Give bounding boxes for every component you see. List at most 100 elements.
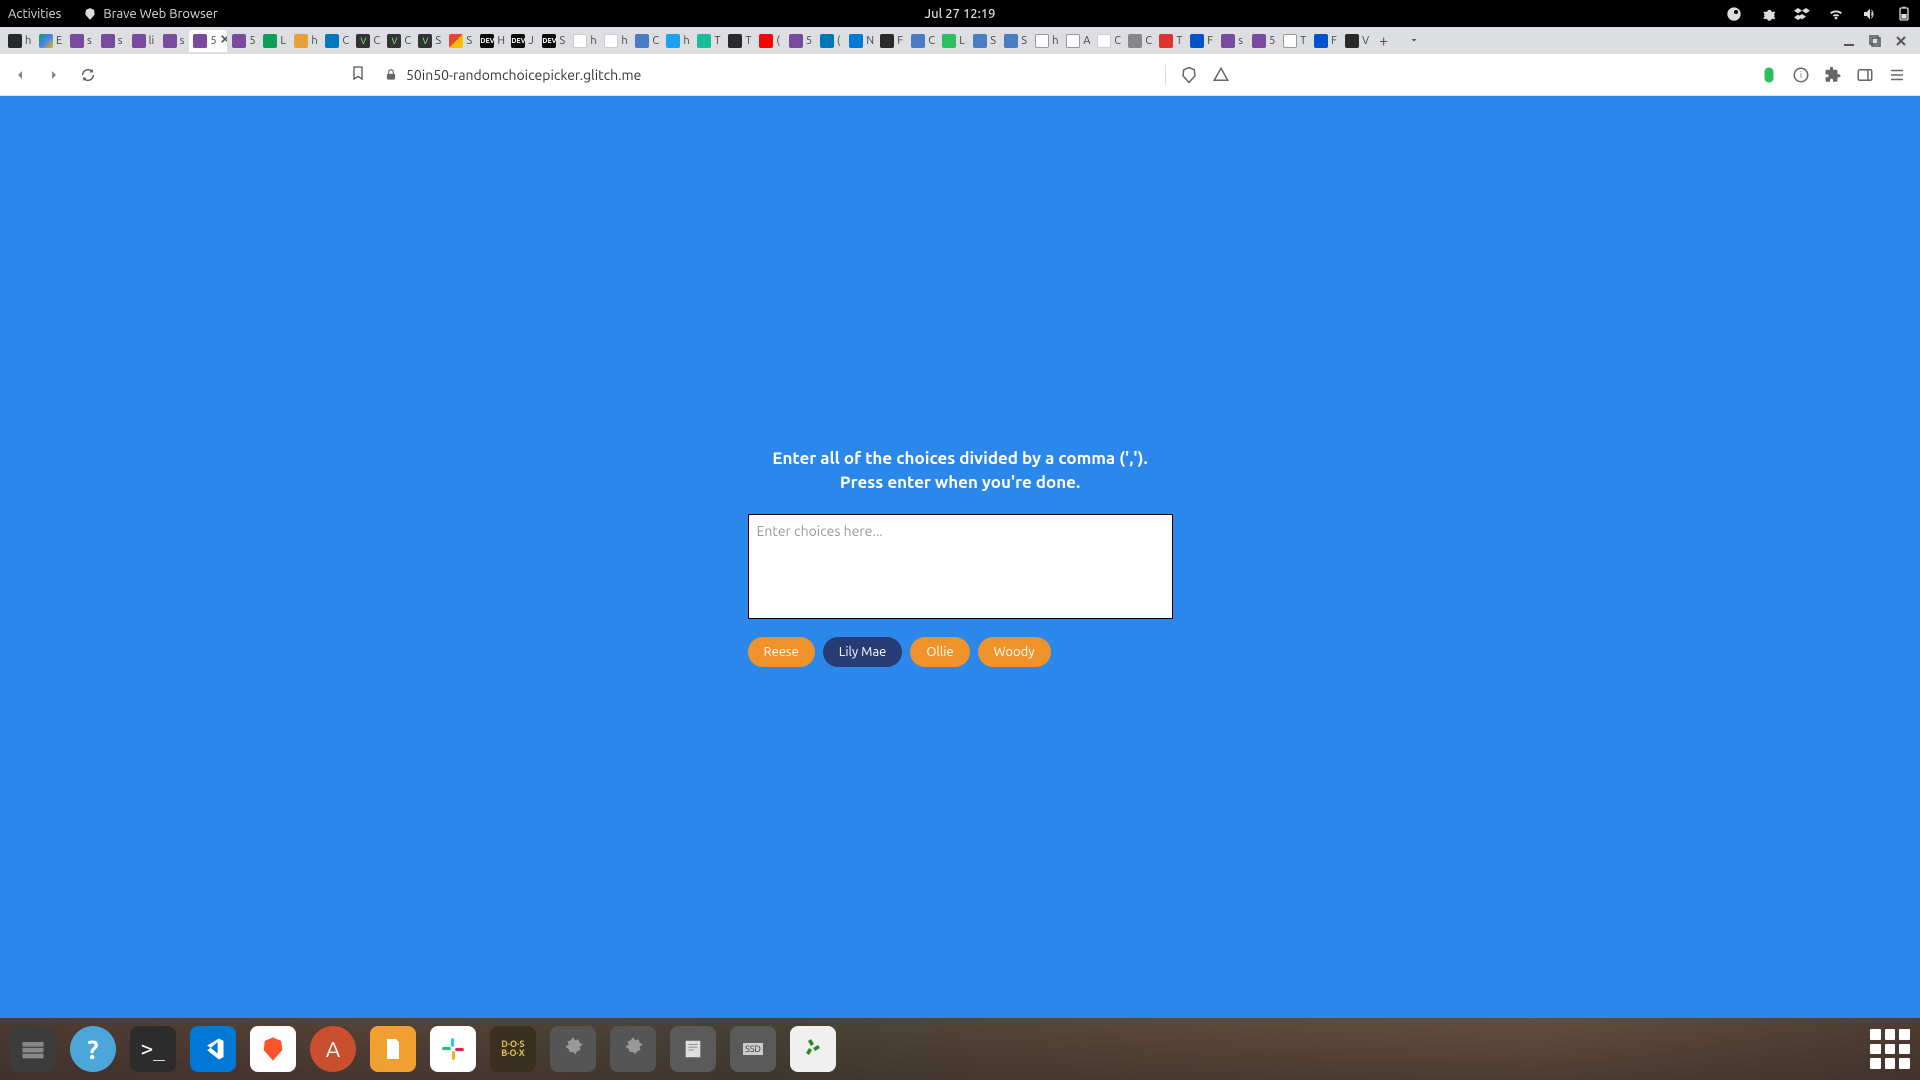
browser-tab[interactable]: 5 <box>228 30 258 52</box>
dock-terminal[interactable]: >_ <box>130 1026 176 1072</box>
dropbox-icon[interactable] <box>1794 6 1810 22</box>
dock-text-editor[interactable] <box>670 1026 716 1072</box>
close-window-button[interactable] <box>1892 32 1910 50</box>
browser-tab[interactable]: S <box>1000 30 1030 52</box>
browser-tab[interactable]: VS <box>414 30 444 52</box>
dock-files[interactable] <box>10 1026 56 1072</box>
browser-tab[interactable]: T <box>693 30 723 52</box>
browser-tab[interactable]: C <box>907 30 937 52</box>
browser-tab[interactable]: N <box>845 30 875 52</box>
dock-lens[interactable]: A <box>310 1026 356 1072</box>
extensions-icon[interactable] <box>1824 66 1842 84</box>
browser-tab[interactable]: VC <box>383 30 413 52</box>
browser-tab[interactable]: s <box>159 30 189 52</box>
tab-label: J <box>528 35 533 47</box>
browser-tab[interactable]: S <box>445 30 475 52</box>
browser-tab[interactable]: h <box>600 30 630 52</box>
brave-rewards-icon[interactable] <box>1212 66 1230 84</box>
battery-icon[interactable] <box>1896 6 1912 22</box>
divider <box>1165 65 1166 85</box>
favicon <box>1128 34 1142 48</box>
browser-tab[interactable]: F <box>1310 30 1340 52</box>
tab-label: T <box>1300 35 1306 47</box>
browser-tab[interactable]: S <box>969 30 999 52</box>
browser-tab[interactable]: C <box>321 30 351 52</box>
dock-trash[interactable] <box>790 1026 836 1072</box>
reading-list-icon[interactable] <box>1856 66 1874 84</box>
dock-settings-2[interactable] <box>610 1026 656 1072</box>
steam-icon[interactable] <box>1726 6 1742 22</box>
dock-brave[interactable] <box>250 1026 296 1072</box>
browser-tab[interactable]: C <box>1093 30 1123 52</box>
browser-tab[interactable]: s <box>97 30 127 52</box>
browser-tab[interactable]: V <box>1341 30 1371 52</box>
tab-list-dropdown[interactable] <box>1402 30 1426 52</box>
tab-label: T <box>1176 35 1182 47</box>
bookmark-button[interactable] <box>350 65 366 85</box>
browser-tab[interactable]: ( <box>816 30 844 52</box>
browser-tab[interactable]: E <box>35 30 65 52</box>
settings-tray-icon[interactable] <box>1760 6 1776 22</box>
browser-tab[interactable]: ( <box>755 30 783 52</box>
activities-button[interactable]: Activities <box>8 7 61 21</box>
browser-tab[interactable]: DEVJ <box>507 30 537 52</box>
browser-tab[interactable]: h <box>1031 30 1061 52</box>
browser-tab[interactable]: 5 <box>1248 30 1278 52</box>
browser-tab[interactable]: F <box>1186 30 1216 52</box>
browser-tab[interactable]: A <box>1062 30 1092 52</box>
browser-tab[interactable]: DEVS <box>538 30 568 52</box>
browser-tab[interactable]: F <box>876 30 906 52</box>
browser-tab[interactable]: T <box>1155 30 1185 52</box>
favicon <box>911 34 925 48</box>
browser-tab[interactable]: C <box>631 30 661 52</box>
minimize-button[interactable] <box>1840 32 1858 50</box>
browser-tab[interactable]: T <box>724 30 754 52</box>
close-tab-icon[interactable] <box>220 34 228 47</box>
dock-settings-1[interactable] <box>550 1026 596 1072</box>
browser-tab[interactable]: h <box>4 30 34 52</box>
new-tab-button[interactable]: + <box>1373 32 1394 50</box>
dock-help[interactable]: ? <box>70 1026 116 1072</box>
dock-dosbox[interactable]: D·O·SB·O·X <box>490 1026 536 1072</box>
browser-tab[interactable]: h <box>662 30 692 52</box>
tab-label: S <box>435 35 441 47</box>
forward-button[interactable] <box>42 63 66 87</box>
menu-icon[interactable] <box>1888 66 1906 84</box>
show-applications-button[interactable] <box>1870 1029 1910 1069</box>
dock-slack[interactable] <box>430 1026 476 1072</box>
browser-tab[interactable]: C <box>1124 30 1154 52</box>
browser-tab[interactable]: L <box>938 30 968 52</box>
dock-vscode[interactable] <box>190 1026 236 1072</box>
wifi-icon[interactable] <box>1828 6 1844 22</box>
browser-tab[interactable]: h <box>290 30 320 52</box>
tab-label: S <box>990 35 996 47</box>
back-button[interactable] <box>8 63 32 87</box>
browser-tab[interactable]: s <box>1217 30 1247 52</box>
volume-icon[interactable] <box>1862 6 1878 22</box>
browser-tab[interactable]: L <box>259 30 289 52</box>
choices-textarea[interactable] <box>748 514 1173 619</box>
browser-tab[interactable]: 5 <box>785 30 815 52</box>
brave-shields-icon[interactable] <box>1180 66 1198 84</box>
browser-tab[interactable]: VC <box>352 30 382 52</box>
browser-tab[interactable]: DEVH <box>476 30 506 52</box>
active-app-indicator[interactable]: Brave Web Browser <box>83 7 218 21</box>
tab-label: 5 <box>210 35 216 47</box>
clock[interactable]: Jul 27 12:19 <box>925 7 996 21</box>
evernote-extension-icon[interactable] <box>1760 66 1778 84</box>
maximize-button[interactable] <box>1866 32 1884 50</box>
browser-tab[interactable]: h <box>569 30 599 52</box>
address-bar[interactable]: 50in50-randomchoicepicker.glitch.me <box>376 63 649 87</box>
tab-label: 5 <box>806 35 812 47</box>
dock-ssd[interactable]: SSD <box>730 1026 776 1072</box>
favicon <box>973 34 987 48</box>
dock-notes[interactable] <box>370 1026 416 1072</box>
tab-label: h <box>1052 35 1058 47</box>
help-icon[interactable]: i <box>1792 66 1810 84</box>
favicon: V <box>356 34 370 48</box>
browser-tab[interactable]: s <box>66 30 96 52</box>
browser-tab[interactable]: 5 <box>189 30 227 52</box>
browser-tab[interactable]: li <box>128 30 158 52</box>
browser-tab[interactable]: T <box>1279 30 1309 52</box>
reload-button[interactable] <box>76 63 100 87</box>
